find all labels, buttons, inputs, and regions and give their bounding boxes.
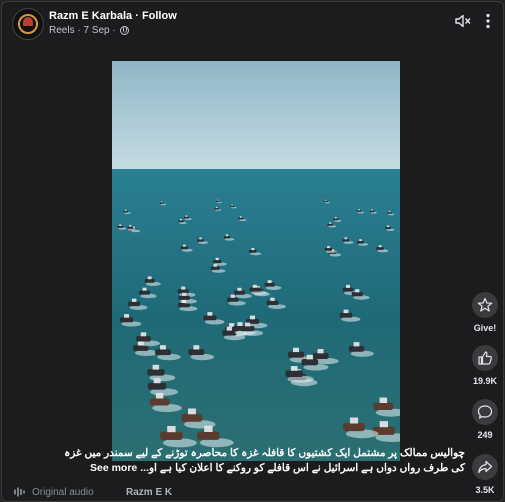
page-name-link[interactable]: Razm E Karbala — [49, 10, 132, 22]
caption-line-2-text: کی طرف رواں دواں ہے اسرائیل نے اس قافلے … — [140, 462, 465, 474]
thumbs-up-icon — [472, 345, 498, 371]
post-meta-text: Reels · 7 Sep · — [49, 25, 116, 36]
audio-bar[interactable]: Original audio Razm E K — [2, 483, 503, 501]
post-meta: Reels · 7 Sep · — [49, 25, 130, 36]
audio-owner-name[interactable]: Razm E K — [126, 487, 172, 498]
comment-action[interactable]: 249 — [468, 399, 502, 440]
comment-count: 249 — [477, 430, 493, 440]
reel-post: Razm E Karbala · Follow Reels · 7 Sep · — [1, 1, 504, 502]
avatar-dome-logo — [23, 17, 33, 26]
see-more-link[interactable]: See more — [90, 462, 137, 474]
page-title-line: Razm E Karbala · Follow — [49, 10, 177, 22]
caption-line-1: چوالیس ممالک پر مشتمل ایک کشتیوں کا قافل… — [64, 447, 465, 459]
share-arrow-icon — [472, 454, 498, 480]
globe-icon — [120, 25, 130, 35]
page-avatar[interactable] — [12, 8, 44, 40]
original-audio-label: Original audio — [32, 487, 94, 498]
post-caption: چوالیس ممالک پر مشتمل ایک کشتیوں کا قافل… — [10, 446, 465, 476]
give-action[interactable]: Give! — [468, 292, 502, 333]
like-count: 19.9K — [472, 376, 498, 386]
follow-button[interactable]: Follow — [142, 10, 177, 22]
reel-video[interactable] — [112, 61, 400, 461]
caption-line-2: کی طرف رواں دواں ہے اسرائیل نے اس قافلے … — [10, 461, 465, 476]
audio-wave-icon — [14, 487, 26, 500]
give-star-icon — [472, 292, 498, 318]
title-separator: · — [132, 10, 142, 22]
like-action[interactable]: 19.9K — [468, 345, 502, 386]
more-options-icon[interactable] — [479, 12, 497, 30]
comment-bubble-icon — [472, 399, 498, 425]
give-label: Give! — [473, 323, 497, 333]
post-header: Razm E Karbala · Follow Reels · 7 Sep · — [2, 2, 503, 42]
speaker-muted-icon[interactable] — [454, 12, 472, 30]
